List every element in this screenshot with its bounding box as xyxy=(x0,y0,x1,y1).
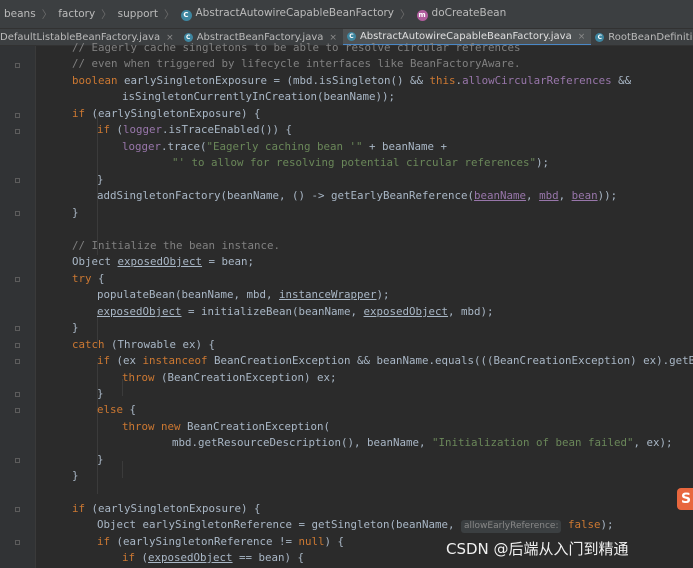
code-line: boolean earlySingletonExposure = (mbd.is… xyxy=(72,74,632,87)
code-line: else { xyxy=(97,403,137,416)
fold-marker-icon[interactable] xyxy=(15,277,20,282)
chevron-right-icon: 〉 xyxy=(164,8,175,21)
code-line: if (ex instanceof BeanCreationException … xyxy=(97,354,693,367)
fold-marker-icon[interactable] xyxy=(15,129,20,134)
fold-marker-icon[interactable] xyxy=(15,326,20,331)
code-line: // Eagerly cache singletons to be able t… xyxy=(72,41,521,54)
code-line: if (exposedObject == bean) { xyxy=(122,551,305,564)
breadcrumb-item-factory[interactable]: factory xyxy=(54,8,99,20)
code-line: try { xyxy=(72,272,105,285)
fold-marker-icon[interactable] xyxy=(15,540,20,545)
code-line: } xyxy=(72,469,79,482)
code-line: catch (Throwable ex) { xyxy=(72,338,216,351)
code-line: logger.trace("Eagerly caching bean '" + … xyxy=(122,140,448,153)
code-line: Object earlySingletonReference = getSing… xyxy=(97,518,614,533)
fold-marker-icon[interactable] xyxy=(15,458,20,463)
code-line: if (logger.isTraceEnabled()) { xyxy=(97,123,293,136)
code-line: "' to allow for resolving potential circ… xyxy=(172,156,550,169)
code-line: } xyxy=(97,387,104,400)
fold-marker-icon[interactable] xyxy=(15,343,20,348)
code-line: throw (BeanCreationException) ex; xyxy=(122,371,337,384)
fold-marker-icon[interactable] xyxy=(15,359,20,364)
breadcrumb-item-method[interactable]: m doCreateBean xyxy=(413,7,511,21)
indent-guide xyxy=(97,362,98,494)
breadcrumb-item-class[interactable]: C AbstractAutowireCapableBeanFactory xyxy=(177,7,399,21)
watermark: CSDN @后端从入门到精通 xyxy=(446,540,629,558)
code-line: throw new BeanCreationException( xyxy=(122,420,331,433)
code-line: addSingletonFactory(beanName, () -> getE… xyxy=(97,189,618,202)
breadcrumb-item-support[interactable]: support xyxy=(114,8,162,20)
chevron-right-icon: 〉 xyxy=(400,8,411,21)
code-line: populateBean(beanName, mbd, instanceWrap… xyxy=(97,288,390,301)
code-line: // even when triggered by lifecycle inte… xyxy=(72,57,521,70)
indent-guide xyxy=(122,461,123,478)
fold-marker-icon[interactable] xyxy=(15,178,20,183)
editor-gutter[interactable] xyxy=(0,46,36,568)
csdn-badge-icon: S xyxy=(677,488,693,510)
fold-marker-icon[interactable] xyxy=(15,63,20,68)
code-line: // Initialize the bean instance. xyxy=(72,239,281,252)
code-line: exposedObject = initializeBean(beanName,… xyxy=(97,305,494,318)
code-line: } xyxy=(97,453,104,466)
method-icon: m xyxy=(416,10,428,21)
code-line: if (earlySingletonExposure) { xyxy=(72,502,261,515)
code-line: if (earlySingletonExposure) { xyxy=(72,107,261,120)
fold-marker-icon[interactable] xyxy=(15,211,20,216)
code-line: } xyxy=(97,173,104,186)
code-line: mbd.getResourceDescription(), beanName, … xyxy=(172,436,673,449)
fold-marker-icon[interactable] xyxy=(15,408,20,413)
code-editor[interactable]: // Eagerly cache singletons to be able t… xyxy=(36,40,693,568)
breadcrumb: beans 〉 factory 〉 support 〉 C AbstractAut… xyxy=(0,0,693,29)
parameter-hint: allowEarlyReference: xyxy=(461,520,562,533)
code-line: if (earlySingletonReference != null) { xyxy=(97,535,345,548)
chevron-right-icon: 〉 xyxy=(41,8,53,21)
code-line: } xyxy=(72,206,79,219)
fold-marker-icon[interactable] xyxy=(15,507,20,512)
class-icon: C xyxy=(180,10,192,21)
fold-marker-icon[interactable] xyxy=(15,392,20,397)
code-line: Object exposedObject = bean; xyxy=(72,255,255,268)
chevron-right-icon: 〉 xyxy=(101,8,112,21)
breadcrumb-item-beans[interactable]: beans xyxy=(0,8,40,20)
code-line: isSingletonCurrentlyInCreation(beanName)… xyxy=(122,90,396,103)
breadcrumb-class-label: AbstractAutowireCapableBeanFactory xyxy=(195,7,395,19)
fold-marker-icon[interactable] xyxy=(15,113,20,118)
breadcrumb-method-label: doCreateBean xyxy=(431,7,507,19)
code-line: } xyxy=(72,321,79,334)
